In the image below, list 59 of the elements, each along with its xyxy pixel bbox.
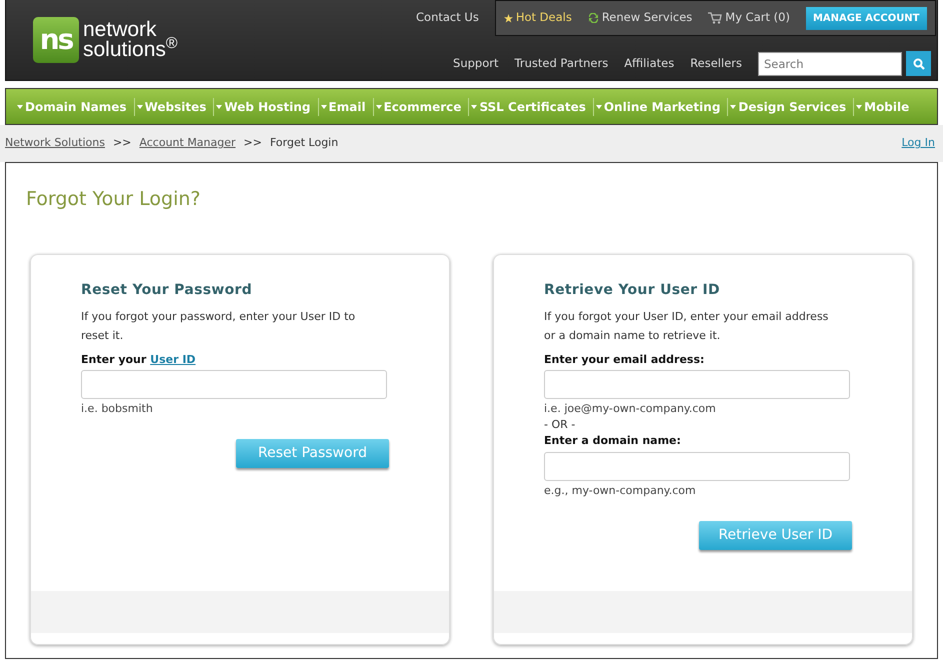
search-button[interactable] (906, 51, 931, 76)
login-link[interactable]: Log In (902, 135, 935, 152)
header-link[interactable]: Trusted Partners (514, 54, 608, 72)
caret-icon (320, 104, 327, 108)
field-label: Enter a domain name: (544, 433, 682, 449)
nav-menu-item[interactable]: Domain Names (15, 98, 135, 116)
user-id-link[interactable]: User ID (150, 352, 196, 366)
logo-text: network (83, 20, 157, 40)
input-field[interactable] (544, 452, 850, 480)
panel-title: Reset Your Password (81, 280, 254, 300)
panel-description: If you forgot your User ID, enter your email address or a domain name to retrieve it. (544, 308, 830, 344)
breadcrumb-separator: >> (244, 135, 262, 152)
field-hint: e.g., my-own-company.com (544, 482, 697, 498)
contact-link[interactable]: Contact Us (416, 9, 479, 27)
field-label: Enter your User ID (81, 352, 197, 368)
caret-icon (376, 104, 382, 108)
or-text: - OR - (544, 417, 576, 433)
breadcrumb-separator: >> (112, 135, 132, 152)
toolbar-link[interactable]: Renew Services (588, 9, 692, 27)
cart-icon (708, 12, 722, 24)
caret-icon (216, 104, 222, 108)
panel-title: Retrieve Your User ID (544, 280, 721, 300)
logo-icon[interactable]: ns (33, 17, 79, 63)
caret-icon (471, 104, 478, 108)
breadcrumb-link[interactable]: Account Manager (139, 135, 236, 152)
breadcrumb-link[interactable]: Network Solutions (5, 135, 105, 152)
nav-menu-item[interactable]: SSL Certificates (469, 98, 594, 116)
field-hint: i.e. bobsmith (81, 401, 154, 417)
input-field[interactable] (544, 370, 850, 399)
submit-button[interactable]: Retrieve User ID (699, 520, 852, 550)
nav-menu-item[interactable]: Email (318, 98, 374, 116)
panel-description: If you forgot your password, enter your User ID to reset it. (81, 308, 356, 344)
search-icon (912, 58, 924, 70)
submit-button[interactable]: Reset Password (236, 439, 389, 468)
caret-icon (730, 104, 736, 108)
field-hint: i.e. joe@my-own-company.com (544, 401, 717, 417)
nav-menu-item[interactable]: Online Marketing (594, 98, 728, 116)
manage-account-button[interactable]: MANAGE ACCOUNT (806, 6, 927, 30)
header-link[interactable]: Affiliates (624, 54, 674, 72)
input-field[interactable] (81, 370, 387, 399)
nav-menu-item[interactable]: Design Services (728, 98, 854, 116)
toolbar-link[interactable]: My Cart (0) (708, 9, 790, 27)
star-icon (504, 14, 513, 22)
caret-icon (17, 104, 23, 108)
caret-icon (136, 104, 143, 108)
refresh-icon (588, 13, 599, 23)
nav-menu-item[interactable]: Websites (134, 98, 214, 116)
toolbar-link[interactable]: Hot Deals (504, 9, 572, 27)
caret-icon (596, 104, 602, 108)
search-field[interactable]: Search (758, 52, 902, 76)
nav-menu-item[interactable]: Mobile (854, 98, 916, 116)
nav-menu-item[interactable]: Web Hosting (214, 98, 319, 116)
header-link[interactable]: Resellers (690, 54, 742, 72)
header-link[interactable]: Support (453, 54, 499, 72)
caret-icon (856, 104, 862, 108)
nav-menu-item[interactable]: Ecommerce (374, 98, 470, 116)
field-label: Enter your email address: (544, 352, 706, 368)
page-title: Forgot Your Login? (26, 187, 202, 212)
breadcrumb-current: Forget Login (270, 135, 338, 152)
